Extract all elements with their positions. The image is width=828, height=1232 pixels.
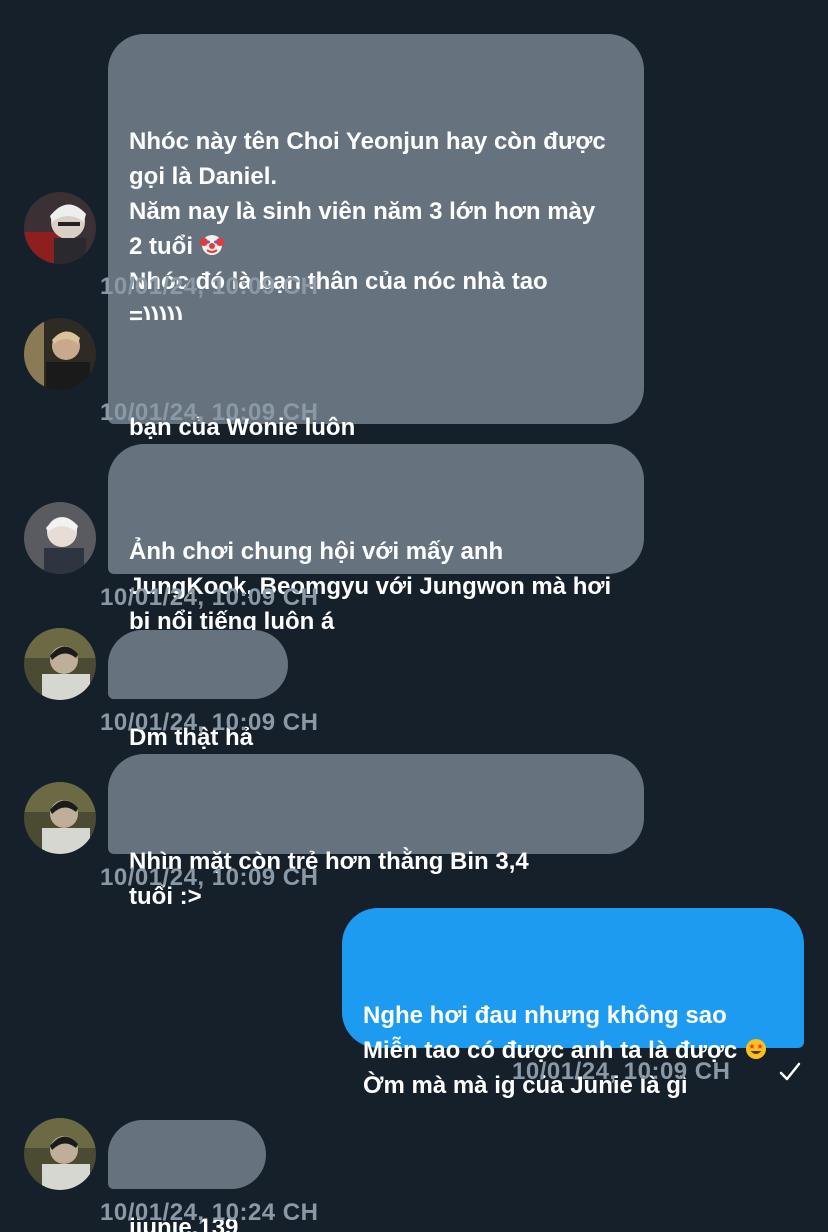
- message-text: Năm nay là sinh viên năm 3 lớn hơn mày: [129, 198, 596, 225]
- sender-avatar[interactable]: [24, 628, 96, 700]
- message-bubble[interactable]: jjunie.139: [108, 1120, 266, 1232]
- avatar-photo: [24, 782, 96, 854]
- sender-avatar[interactable]: [24, 782, 96, 854]
- message-bubble[interactable]: Ảnh chơi chung hội với mấy anh JungKook, …: [108, 444, 644, 635]
- avatar-photo: [24, 318, 96, 390]
- message-timestamp: 10/01/24, 10:09 CH: [512, 1058, 731, 1085]
- message-text: 2 tuổi: [129, 233, 193, 260]
- message-timestamp: 10/01/24, 10:24 CH: [100, 1199, 319, 1226]
- sender-avatar[interactable]: [24, 318, 96, 390]
- message-text: Ảnh chơi chung hội với mấy anh: [129, 538, 504, 565]
- message-bubble[interactable]: bạn của Wonie luôn: [108, 320, 384, 441]
- message-bubble[interactable]: Nhìn mặt còn trẻ hơn thằng Bin 3,4 tuổi :…: [108, 754, 644, 910]
- star-struck-emoji: [744, 1037, 768, 1061]
- sender-avatar[interactable]: [24, 1118, 96, 1190]
- message-timestamp: 10/01/24, 10:09 CH: [100, 273, 319, 300]
- clown-face-emoji: [199, 233, 224, 257]
- message-text: Nghe hơi đau nhưng không sao: [363, 1002, 727, 1029]
- avatar-photo: [24, 1118, 96, 1190]
- sent-check-icon: [779, 1062, 801, 1081]
- message-timestamp: 10/01/24, 10:09 CH: [100, 584, 319, 611]
- avatar-photo: [24, 192, 96, 264]
- message-timestamp: 10/01/24, 10:09 CH: [100, 709, 319, 736]
- message-text: Nhóc này tên Choi Yeonjun hay còn được: [129, 128, 606, 155]
- message-timestamp: 10/01/24, 10:09 CH: [100, 864, 319, 891]
- sender-avatar[interactable]: [24, 192, 96, 264]
- message-text: gọi là Daniel.: [129, 163, 278, 190]
- dm-conversation: Nhóc này tên Choi Yeonjun hay còn được gọ…: [0, 0, 828, 1232]
- message-bubble-outgoing[interactable]: Nghe hơi đau nhưng không sao Miễn tao có …: [342, 908, 804, 1099]
- sender-avatar[interactable]: [24, 502, 96, 574]
- message-timestamp: 10/01/24, 10:09 CH: [100, 399, 319, 426]
- message-bubble[interactable]: Dm thật hả: [108, 630, 288, 751]
- avatar-photo: [24, 502, 96, 574]
- avatar-photo: [24, 628, 96, 700]
